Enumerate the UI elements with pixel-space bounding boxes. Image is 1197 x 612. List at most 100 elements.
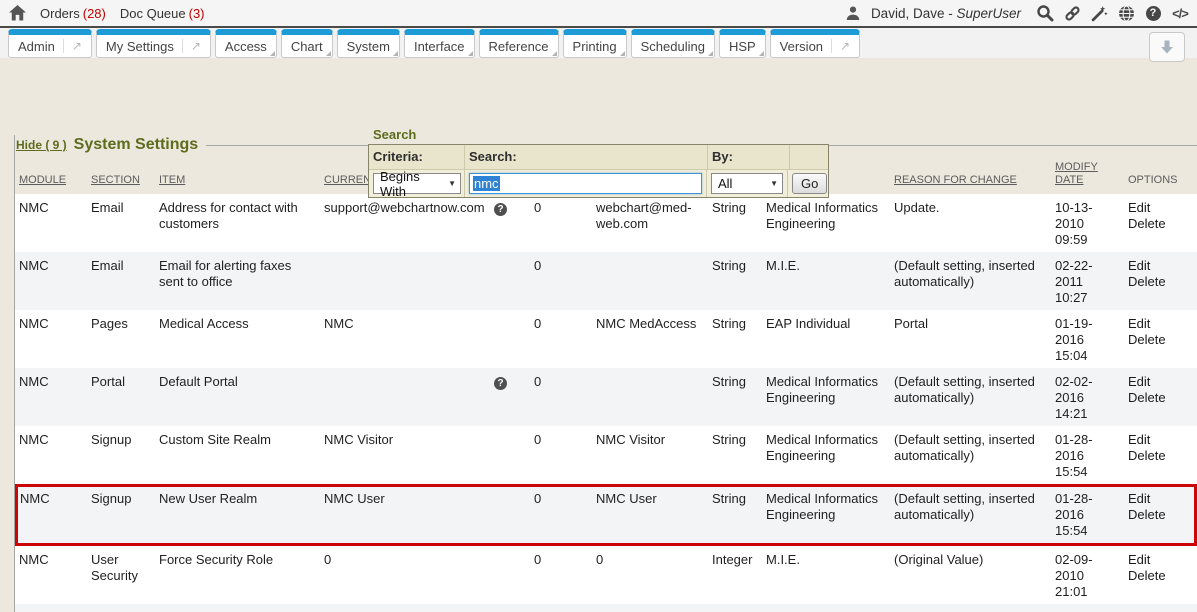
cell-module: NMC	[15, 252, 87, 310]
by-label: By:	[712, 149, 733, 164]
column-header-modify-date[interactable]: MODIFY DATE	[1051, 158, 1124, 194]
nav-orders[interactable]: Orders(28)	[40, 6, 106, 21]
cell-type: String	[708, 426, 762, 484]
delete-link[interactable]: Delete	[1128, 390, 1191, 406]
tab-my-settings[interactable]: My Settings ↗	[96, 29, 211, 58]
cell-current-value: 0	[320, 546, 490, 604]
tab-label: Chart	[291, 39, 323, 54]
tab-system[interactable]: System	[337, 29, 400, 58]
tab-label: System	[347, 39, 390, 54]
page-content: Search Criteria: Search: By: Begins With…	[0, 135, 1197, 612]
cell-current-value	[320, 252, 490, 310]
nav-orders-count: (28)	[83, 6, 106, 21]
go-button[interactable]: Go	[792, 173, 827, 194]
cell-reason: (Default setting, inserted automatically…	[890, 426, 1051, 484]
table-row: NMC Portal Default Portal ? 0 String Med…	[15, 368, 1197, 426]
edit-link[interactable]: Edit	[1128, 432, 1191, 448]
tab-label: Admin	[18, 39, 55, 54]
cell-user: Medical Informatics Engineering	[762, 604, 890, 612]
tab-version[interactable]: Version ↗	[770, 29, 860, 58]
code-icon[interactable]: </>	[1171, 4, 1189, 22]
column-header-section[interactable]: SECTION	[87, 158, 155, 194]
cell-type: String	[708, 194, 762, 252]
by-select[interactable]: All ▼	[711, 173, 783, 194]
tab-reference[interactable]: Reference	[479, 29, 559, 58]
nav-doc-queue[interactable]: Doc Queue(3)	[120, 6, 205, 21]
link-icon[interactable]	[1063, 4, 1081, 22]
cell-modify-date: 01-28- 2016 15:54	[1051, 426, 1124, 484]
tab-chart[interactable]: Chart	[281, 29, 333, 58]
cell-revision: 0	[530, 368, 592, 426]
delete-link[interactable]: Delete	[1128, 332, 1191, 348]
hide-link[interactable]: Hide ( 9 )	[16, 138, 67, 152]
column-header-options: OPTIONS	[1124, 158, 1197, 194]
tab-printing[interactable]: Printing	[563, 29, 627, 58]
search-input[interactable]: nmc	[469, 173, 702, 194]
cell-type: String	[708, 368, 762, 426]
search-label: Search:	[469, 149, 517, 164]
cell-item: Default Portal	[155, 368, 320, 426]
delete-link[interactable]: Delete	[1128, 216, 1191, 232]
tab-bar: Admin ↗ My Settings ↗ Access Chart Syste…	[0, 28, 1197, 58]
cell-module: NMC	[15, 426, 87, 484]
cell-item: Email for alerting faxes sent to office	[155, 252, 320, 310]
delete-link[interactable]: Delete	[1128, 448, 1191, 464]
delete-link[interactable]: Delete	[1128, 507, 1188, 523]
help-icon[interactable]: ?	[1144, 4, 1162, 22]
cell-module: NMC	[15, 368, 87, 426]
delete-link[interactable]: Delete	[1128, 568, 1191, 584]
tab-interface[interactable]: Interface	[404, 29, 475, 58]
popup-icon[interactable]: ↗	[182, 39, 201, 53]
popup-icon[interactable]: ↗	[63, 39, 82, 53]
cell-default-value: [ Untracked Setting ]	[592, 604, 708, 612]
cell-item: Medical Access	[155, 310, 320, 368]
help-icon[interactable]: ?	[494, 377, 507, 390]
cell-revision: 0	[530, 426, 592, 484]
criteria-select[interactable]: Begins With ▼	[373, 173, 461, 194]
globe-icon[interactable]	[1117, 4, 1135, 22]
chevron-down-icon: ▼	[762, 179, 778, 188]
tab-hsp[interactable]: HSP	[719, 29, 766, 58]
cell-modify-date: 02-02- 2016 14:21	[1051, 368, 1124, 426]
tab-access[interactable]: Access	[215, 29, 277, 58]
edit-link[interactable]: Edit	[1128, 374, 1191, 390]
wand-icon[interactable]	[1090, 4, 1108, 22]
tab-label: Reference	[489, 39, 549, 54]
cell-revision: 0	[530, 310, 592, 368]
cell-modify-date: 02-22- 2011 10:27	[1051, 252, 1124, 310]
cell-type: String	[708, 310, 762, 368]
help-icon[interactable]: ?	[494, 203, 507, 216]
table-row: NMC Email Address for contact with custo…	[15, 194, 1197, 252]
tab-scheduling[interactable]: Scheduling	[631, 29, 715, 58]
system-settings-section: Hide ( 9 ) System Settings MODULESECTION…	[14, 135, 1197, 612]
cell-default-value: webchart@med-web.com	[592, 194, 708, 252]
cell-user: M.I.E.	[762, 546, 890, 604]
table-row: NMCMD Process Wizard Complete 0 [ Untrac…	[15, 604, 1197, 612]
tab-label: Access	[225, 39, 267, 54]
cell-item: Force Security Role	[155, 546, 320, 604]
popup-icon[interactable]: ↗	[831, 39, 850, 53]
criteria-value: Begins With	[380, 169, 440, 199]
cell-current-value	[320, 368, 490, 426]
column-header-module[interactable]: MODULE	[15, 158, 87, 194]
tab-admin[interactable]: Admin ↗	[8, 29, 92, 58]
edit-link[interactable]: Edit	[1128, 552, 1191, 568]
page-title: System Settings	[67, 136, 198, 154]
search-icon[interactable]	[1036, 4, 1054, 22]
cell-revision: 0	[530, 546, 592, 604]
column-header-item[interactable]: ITEM	[155, 158, 320, 194]
edit-link[interactable]: Edit	[1128, 491, 1188, 507]
edit-link[interactable]: Edit	[1128, 258, 1191, 274]
tab-label: Scheduling	[641, 39, 705, 54]
cell-user: M.I.E.	[762, 252, 890, 310]
scroll-down-button[interactable]	[1149, 32, 1185, 62]
column-header-reason-for-change[interactable]: REASON FOR CHANGE	[890, 158, 1051, 194]
delete-link[interactable]: Delete	[1128, 274, 1191, 290]
cell-type: String	[708, 252, 762, 310]
edit-link[interactable]: Edit	[1128, 316, 1191, 332]
cell-section: Signup	[87, 484, 155, 546]
home-icon[interactable]	[8, 4, 26, 22]
cell-section: Process	[87, 604, 155, 612]
tab-label: HSP	[729, 39, 756, 54]
edit-link[interactable]: Edit	[1128, 200, 1191, 216]
